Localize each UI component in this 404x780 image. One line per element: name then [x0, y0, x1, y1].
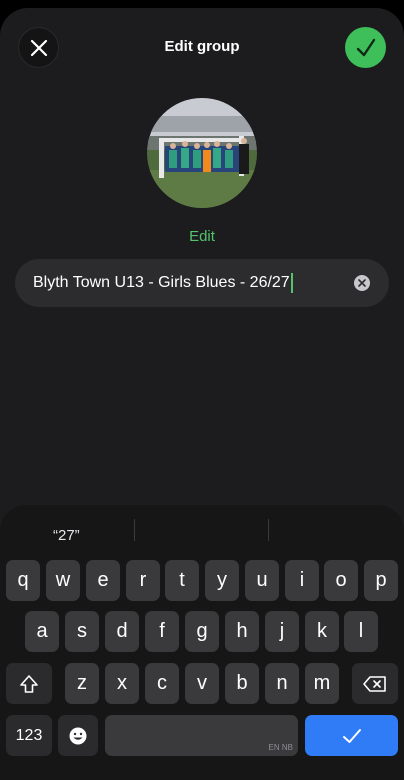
key-l[interactable]: l — [344, 611, 378, 652]
key-s[interactable]: s — [65, 611, 99, 652]
shift-icon — [20, 674, 38, 693]
key-x[interactable]: x — [105, 663, 139, 704]
key-u[interactable]: u — [245, 560, 279, 601]
keyboard-language-hint: EN NB — [268, 743, 293, 752]
key-q[interactable]: q — [6, 560, 40, 601]
emoji-icon — [69, 727, 87, 744]
key-w[interactable]: w — [46, 560, 80, 601]
key-d[interactable]: d — [105, 611, 139, 652]
group-name-value[interactable]: Blyth Town U13 - Girls Blues - 26/27 — [33, 274, 290, 292]
key-t[interactable]: t — [165, 560, 199, 601]
suggestion-divider — [268, 519, 269, 541]
backspace-icon — [363, 675, 386, 692]
key-o[interactable]: o — [324, 560, 358, 601]
key-i[interactable]: i — [285, 560, 319, 601]
check-icon — [342, 728, 361, 743]
key-e[interactable]: e — [86, 560, 120, 601]
key-m[interactable]: m — [305, 663, 339, 704]
group-avatar[interactable] — [147, 98, 257, 208]
backspace-key[interactable] — [352, 663, 398, 704]
key-c[interactable]: c — [145, 663, 179, 704]
clear-button[interactable] — [354, 275, 370, 291]
suggestion-bar: “27” — [0, 505, 404, 545]
enter-key[interactable] — [305, 715, 398, 756]
group-name-field[interactable]: Blyth Town U13 - Girls Blues - 26/27 — [15, 259, 389, 307]
suggestion-divider — [134, 519, 135, 541]
suggestion-1[interactable]: “27” — [53, 527, 80, 544]
emoji-key[interactable] — [58, 715, 98, 756]
edit-photo-link[interactable]: Edit — [0, 228, 404, 245]
key-y[interactable]: y — [205, 560, 239, 601]
key-g[interactable]: g — [185, 611, 219, 652]
key-k[interactable]: k — [305, 611, 339, 652]
page-title: Edit group — [164, 38, 240, 55]
group-photo — [147, 98, 257, 208]
key-z[interactable]: z — [65, 663, 99, 704]
key-f[interactable]: f — [145, 611, 179, 652]
confirm-button[interactable] — [345, 27, 386, 68]
key-b[interactable]: b — [225, 663, 259, 704]
key-v[interactable]: v — [185, 663, 219, 704]
clear-icon — [358, 279, 366, 287]
text-caret — [290, 273, 293, 293]
keyboard: “27” q w e r t y u i o p a s d f g h j k… — [0, 505, 404, 780]
space-key[interactable]: EN NB — [105, 715, 298, 756]
shift-key[interactable] — [6, 663, 52, 704]
key-j[interactable]: j — [265, 611, 299, 652]
key-h[interactable]: h — [225, 611, 259, 652]
key-n[interactable]: n — [265, 663, 299, 704]
key-r[interactable]: r — [126, 560, 160, 601]
key-p[interactable]: p — [364, 560, 398, 601]
key-a[interactable]: a — [25, 611, 59, 652]
numbers-key[interactable]: 123 — [6, 715, 52, 756]
check-icon — [356, 38, 375, 56]
